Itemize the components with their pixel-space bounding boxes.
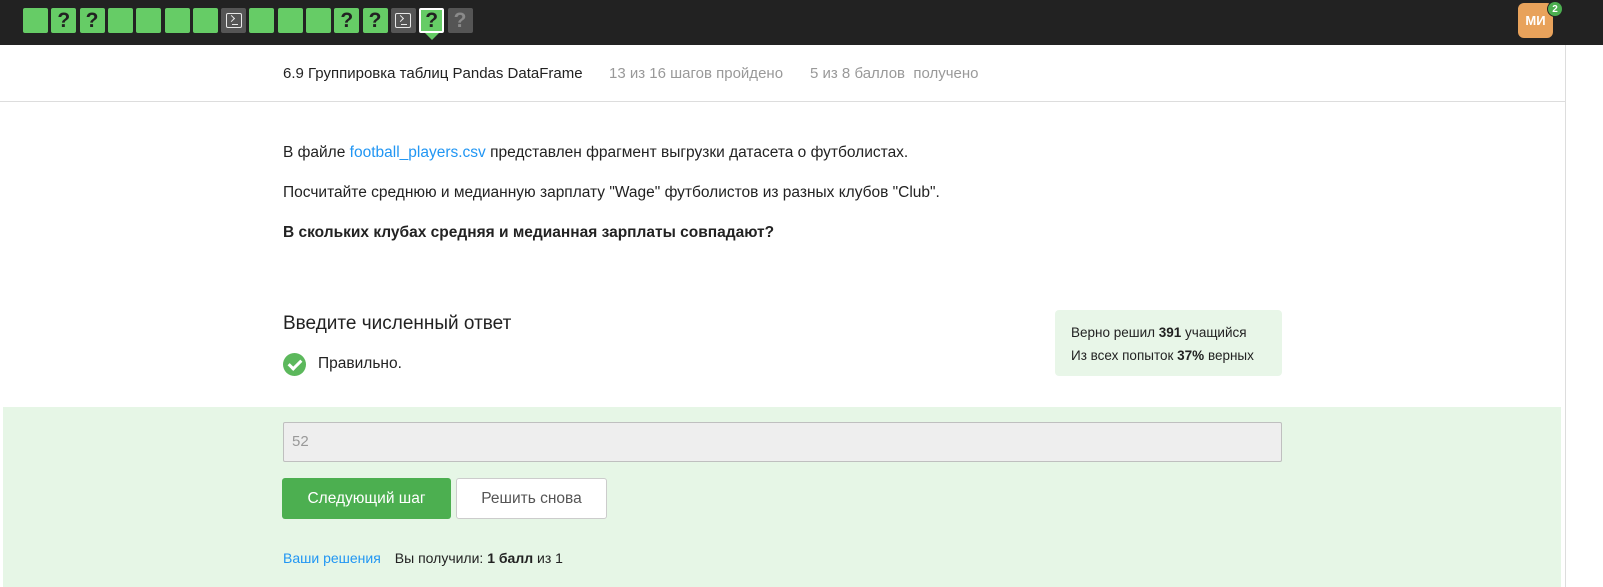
submission-footer: Ваши решения Вы получили: 1 балл из 1 <box>283 550 563 566</box>
next-step-button[interactable]: Следующий шаг <box>282 478 451 519</box>
answer-input[interactable]: 52 <box>283 422 1282 462</box>
stats-text: учащийся <box>1181 325 1247 340</box>
step-16-quiz[interactable]: ? <box>447 8 473 33</box>
solve-again-button[interactable]: Решить снова <box>456 478 607 519</box>
terminal-icon <box>225 13 242 28</box>
received-total: из 1 <box>533 550 563 566</box>
received-points: 1 балл <box>487 550 534 566</box>
active-step-caret <box>424 33 439 40</box>
step-4-text[interactable] <box>107 8 133 33</box>
solved-count: 391 <box>1158 325 1182 340</box>
step-5-text[interactable] <box>136 8 162 33</box>
question-icon: ? <box>368 8 382 32</box>
stats-text: Верно решил <box>1071 325 1159 340</box>
lesson-title[interactable]: 6.9 Группировка таблиц Pandas DataFrame <box>283 65 583 82</box>
step-15-quiz[interactable]: ? <box>419 8 445 40</box>
correct-percent: 37% <box>1177 348 1205 363</box>
step-10-text[interactable] <box>277 8 303 33</box>
solve-stats-panel: Верно решил 391 учащийся Из всех попыток… <box>1055 310 1282 376</box>
stats-solved-line: Верно решил 391 учащийся <box>1071 321 1282 344</box>
step-2-quiz[interactable]: ? <box>51 8 77 33</box>
answer-heading: Введите численный ответ <box>283 313 512 334</box>
stats-text: Из всех попыток <box>1071 348 1178 363</box>
task-paragraph-file: В файле football_players.csv представлен… <box>283 144 908 162</box>
stats-attempts-line: Из всех попыток 37% верных <box>1071 344 1282 367</box>
result-status: Правильно. <box>283 352 402 376</box>
check-circle-icon <box>283 352 306 376</box>
question-icon: ? <box>57 8 71 32</box>
question-icon: ? <box>453 8 467 32</box>
your-solutions-link[interactable]: Ваши решения <box>283 550 381 566</box>
task-text: представлен фрагмент выгрузки датасета о… <box>485 144 909 161</box>
received-label: Вы получили: <box>394 550 488 566</box>
stats-text: верных <box>1204 348 1254 363</box>
lesson-header: 6.9 Группировка таблиц Pandas DataFrame … <box>0 45 1565 102</box>
task-text: В файле <box>283 144 350 161</box>
task-question: В скольких клубах средняя и медианная за… <box>283 224 775 241</box>
step-14-code[interactable] <box>390 8 416 33</box>
step-7-text[interactable] <box>192 8 218 33</box>
step-1-text[interactable] <box>23 8 48 33</box>
question-icon: ? <box>425 8 439 32</box>
top-navigation-bar: ?????? МИ 2 <box>0 0 1603 45</box>
step-12-quiz[interactable]: ? <box>334 8 360 33</box>
step-6-text[interactable] <box>164 8 190 33</box>
step-8-code[interactable] <box>221 8 247 33</box>
step-13-quiz[interactable]: ? <box>362 8 388 33</box>
step-11-text[interactable] <box>306 8 331 33</box>
terminal-icon <box>395 13 412 28</box>
notification-badge[interactable]: 2 <box>1547 1 1563 17</box>
step-3-quiz[interactable]: ? <box>79 8 105 33</box>
file-link[interactable]: football_players.csv <box>350 144 486 161</box>
steps-progress: 13 из 16 шагов пройдено <box>609 65 784 82</box>
question-icon: ? <box>340 8 354 32</box>
question-icon: ? <box>85 8 99 32</box>
step-9-text[interactable] <box>249 8 275 33</box>
result-text: Правильно. <box>318 355 402 372</box>
score-status: 5 из 8 баллов получено <box>810 65 979 82</box>
scrollbar-track[interactable] <box>1565 45 1566 587</box>
task-paragraph-instruction: Посчитайте среднюю и медианную зарплату … <box>283 184 940 201</box>
